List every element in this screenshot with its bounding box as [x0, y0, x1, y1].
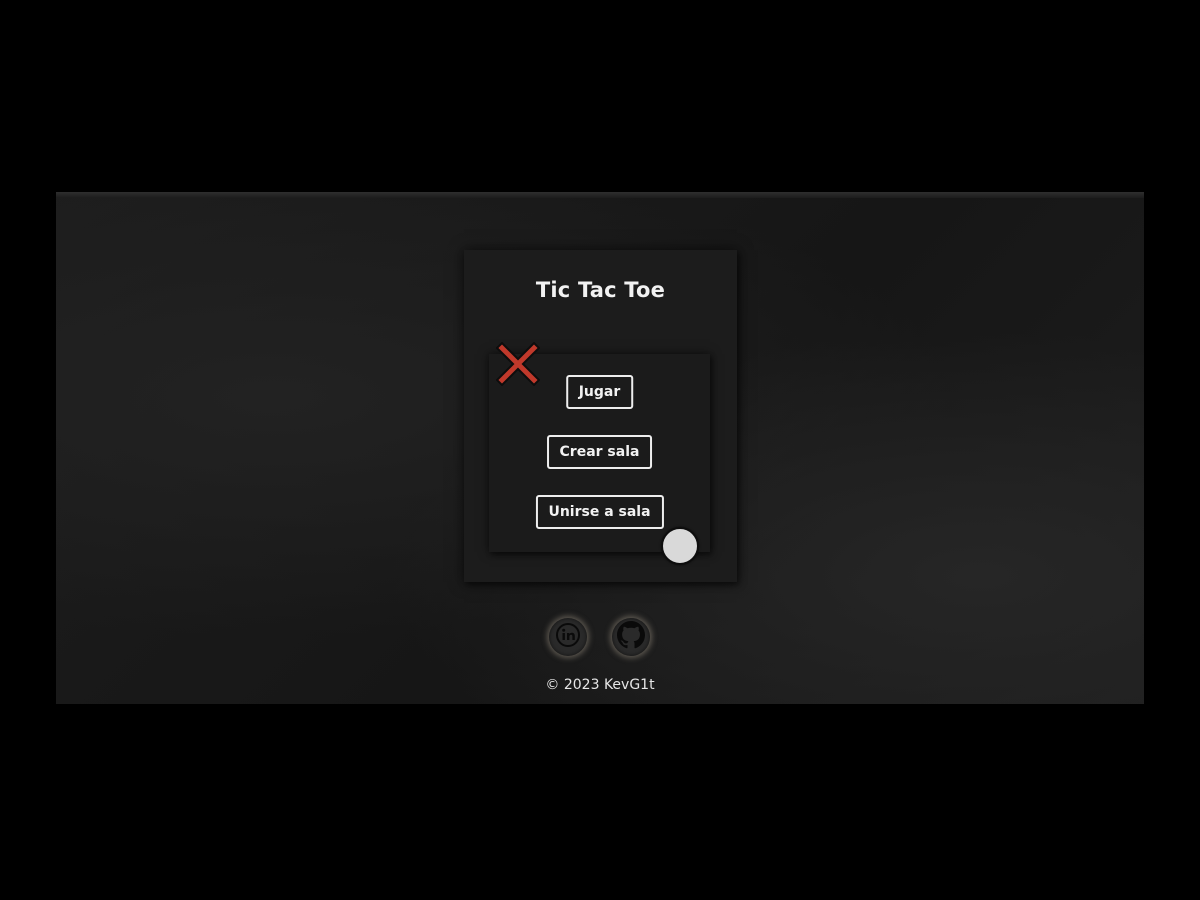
- top-divider: [56, 192, 1144, 198]
- play-button[interactable]: Jugar: [565, 375, 634, 409]
- create-room-button[interactable]: Crear sala: [546, 435, 653, 469]
- app-viewport: Tic Tac Toe Jugar Crear sala Unirse a sa…: [56, 192, 1144, 704]
- github-icon: [617, 621, 645, 653]
- x-mark-icon: [495, 341, 541, 387]
- linkedin-icon: [555, 622, 581, 652]
- copyright-footer: © 2023 KevG1t: [545, 677, 655, 693]
- o-mark-icon: [661, 527, 699, 565]
- github-link[interactable]: [612, 618, 650, 656]
- linkedin-link[interactable]: [549, 618, 587, 656]
- join-room-button[interactable]: Unirse a sala: [535, 495, 664, 529]
- page-title: Tic Tac Toe: [535, 278, 666, 302]
- game-card: Tic Tac Toe Jugar Crear sala Unirse a sa…: [464, 250, 737, 582]
